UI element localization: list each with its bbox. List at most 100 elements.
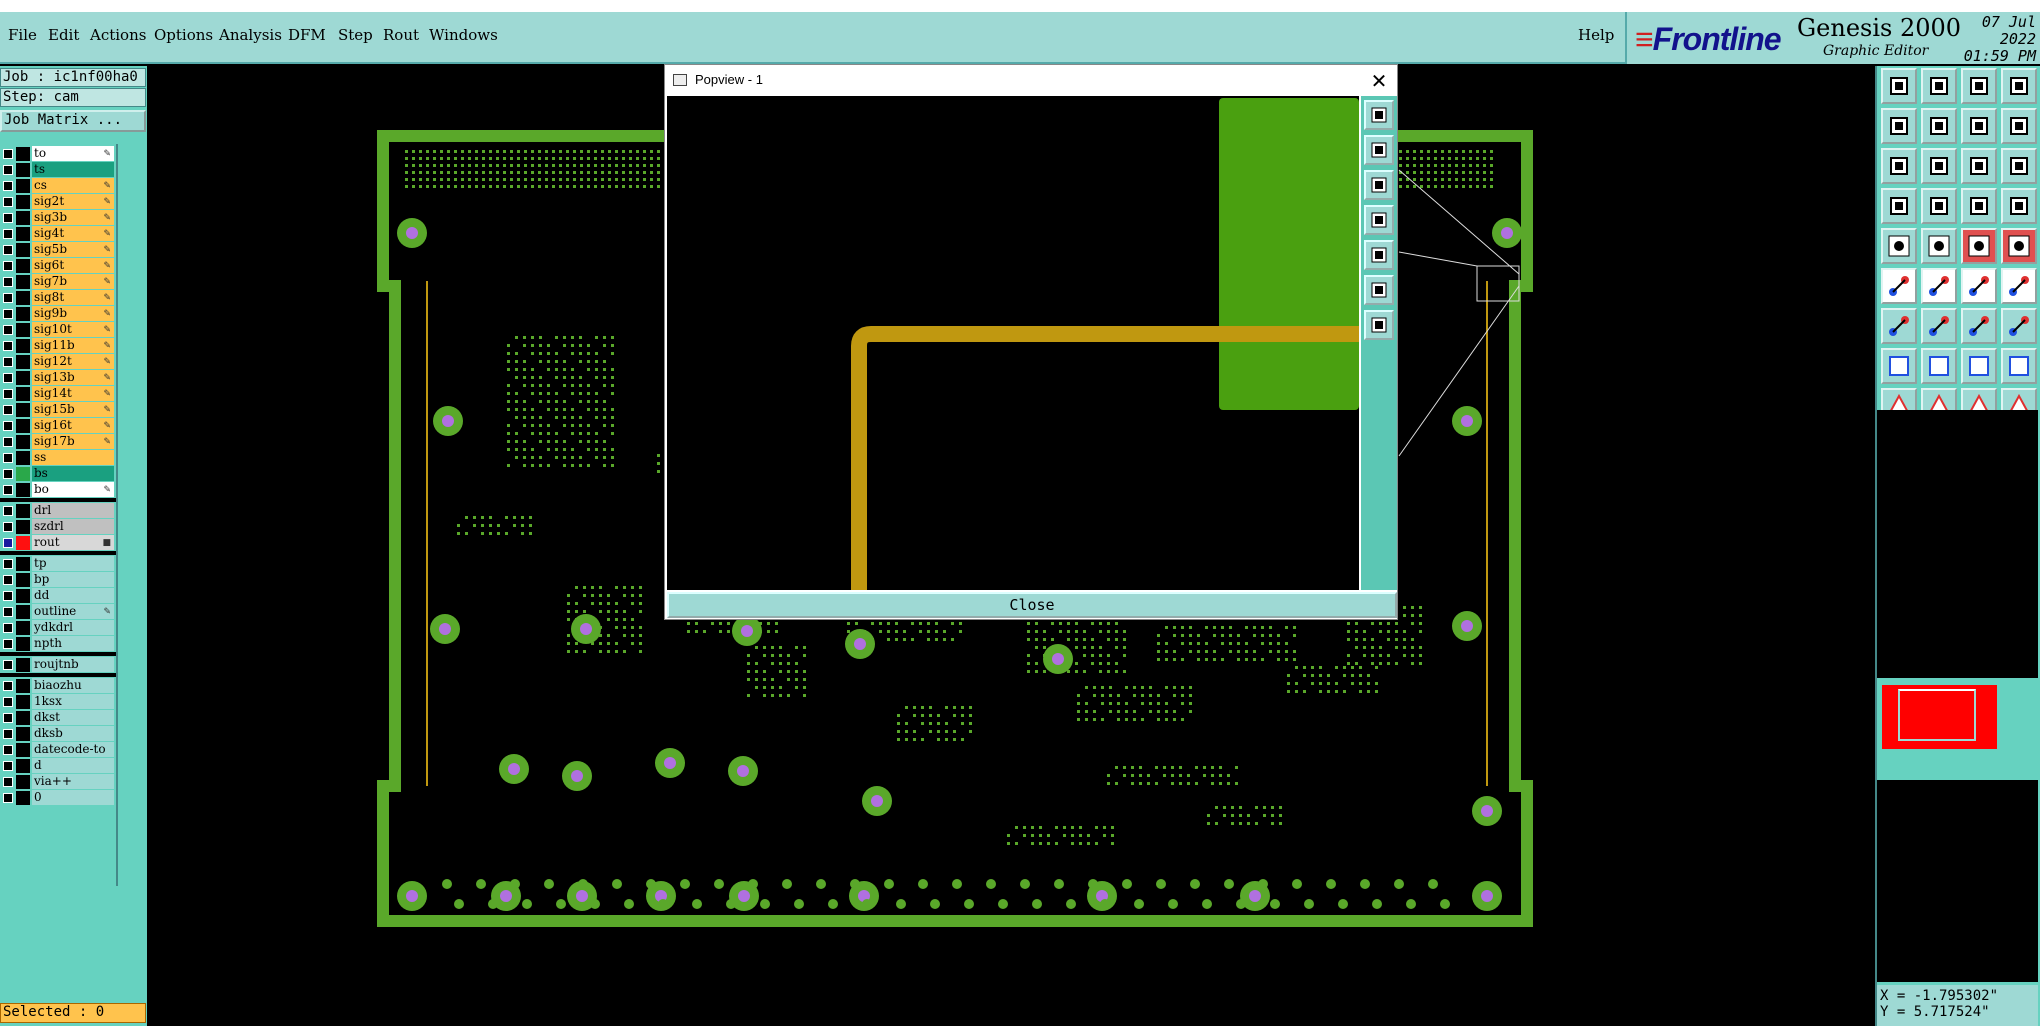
layer-checkbox[interactable] (3, 639, 13, 649)
layer-name[interactable]: outline ✎ (32, 604, 114, 619)
layer-row[interactable]: d (0, 758, 116, 773)
menu-rout[interactable]: Rout (383, 26, 419, 44)
menu-file[interactable]: File (8, 26, 37, 44)
layer-color-swatch[interactable] (16, 621, 30, 635)
layer-color-swatch[interactable] (16, 195, 30, 209)
layout-icon[interactable] (2001, 68, 2037, 104)
add-pad-icon[interactable] (1881, 228, 1917, 264)
layer-checkbox[interactable] (3, 293, 13, 303)
layer-name[interactable]: sig7b ✎ (32, 274, 114, 289)
key-icon[interactable] (1921, 188, 1957, 224)
layer-color-swatch[interactable] (16, 387, 30, 401)
layer-color-swatch[interactable] (16, 355, 30, 369)
layer-row[interactable]: sig15b ✎ (0, 402, 116, 417)
layer-row[interactable]: bs (0, 466, 116, 481)
layer-name[interactable]: sig17b ✎ (32, 434, 114, 449)
layer-checkbox[interactable] (3, 591, 13, 601)
layer-checkbox[interactable] (3, 522, 13, 532)
layer-color-swatch[interactable] (16, 227, 30, 241)
layer-checkbox[interactable] (3, 245, 13, 255)
layer-color-swatch[interactable] (16, 211, 30, 225)
pan-right-icon[interactable] (1364, 240, 1394, 270)
layer-checkbox[interactable] (3, 623, 13, 633)
menu-help[interactable]: Help (1578, 26, 1614, 44)
layer-row[interactable]: sig11b ✎ (0, 338, 116, 353)
layer-name[interactable]: bp (32, 572, 114, 587)
route2-icon[interactable] (2001, 188, 2037, 224)
pan-down-icon[interactable] (1364, 170, 1394, 200)
layer-row[interactable]: sig2t ✎ (0, 194, 116, 209)
layer-row[interactable]: 0 (0, 790, 116, 805)
layer-name[interactable]: sig16t ✎ (32, 418, 114, 433)
layer-color-swatch[interactable] (16, 259, 30, 273)
layer-row[interactable]: npth (0, 636, 116, 651)
layer-color-swatch[interactable] (16, 520, 30, 534)
house-icon[interactable] (1961, 68, 1997, 104)
cross-icon[interactable] (1921, 268, 1957, 304)
add-circle-icon[interactable] (2001, 228, 2037, 264)
layer-checkbox[interactable] (3, 485, 13, 495)
layer-name[interactable]: via++ (32, 774, 114, 789)
layer-name[interactable]: sig3b ✎ (32, 210, 114, 225)
layer-color-swatch[interactable] (16, 163, 30, 177)
group-icon[interactable] (2001, 348, 2037, 384)
layer-row[interactable]: cs ✎ (0, 178, 116, 193)
layer-name[interactable]: biaozhu (32, 678, 114, 693)
undo-icon[interactable] (1961, 108, 1997, 144)
angle-icon[interactable] (1881, 308, 1917, 344)
layer-row[interactable]: sig7b ✎ (0, 274, 116, 289)
layer-color-swatch[interactable] (16, 557, 30, 571)
layer-checkbox[interactable] (3, 793, 13, 803)
layer-color-swatch[interactable] (16, 419, 30, 433)
layer-name[interactable]: datecode-to (32, 742, 114, 757)
menu-step[interactable]: Step (338, 26, 373, 44)
layer-name[interactable]: sig6t ✎ (32, 258, 114, 273)
layer-color-swatch[interactable] (16, 589, 30, 603)
measure-icon[interactable] (1881, 348, 1917, 384)
layer-name[interactable]: roujtnb (32, 657, 114, 672)
layer-row[interactable]: sig17b ✎ (0, 434, 116, 449)
layer-checkbox[interactable] (3, 437, 13, 447)
layer-name[interactable]: cs ✎ (32, 178, 114, 193)
layer-color-swatch[interactable] (16, 791, 30, 805)
layer-color-swatch[interactable] (16, 504, 30, 518)
layer-checkbox[interactable] (3, 213, 13, 223)
layer-checkbox[interactable] (3, 697, 13, 707)
layer-row[interactable]: to ✎ (0, 146, 116, 161)
layer-checkbox[interactable] (3, 357, 13, 367)
layer-row[interactable]: sig12t ✎ (0, 354, 116, 369)
job-matrix-button[interactable]: Job Matrix ... (0, 110, 146, 132)
minus-icon[interactable] (1921, 348, 1957, 384)
layer-row[interactable]: sig14t ✎ (0, 386, 116, 401)
layer-color-swatch[interactable] (16, 727, 30, 741)
redo-icon[interactable] (2001, 108, 2037, 144)
layer-name[interactable]: d (32, 758, 114, 773)
layer-row[interactable]: bo ✎ (0, 482, 116, 497)
layer-color-swatch[interactable] (16, 711, 30, 725)
layer-color-swatch[interactable] (16, 743, 30, 757)
layer-name[interactable]: sig2t ✎ (32, 194, 114, 209)
layer-name[interactable]: sig11b ✎ (32, 338, 114, 353)
layer-checkbox[interactable] (3, 469, 13, 479)
layer-name[interactable]: bs (32, 466, 114, 481)
move-icon[interactable] (1881, 268, 1917, 304)
popview-titlebar[interactable]: Popview - 1 ✕ (665, 65, 1397, 95)
layer-name[interactable]: sig14t ✎ (32, 386, 114, 401)
layer-row[interactable]: sig13b ✎ (0, 370, 116, 385)
layer-checkbox[interactable] (3, 729, 13, 739)
layer-color-swatch[interactable] (16, 435, 30, 449)
layer-checkbox[interactable] (3, 277, 13, 287)
route-icon[interactable] (1961, 188, 1997, 224)
layer-row[interactable]: dksb (0, 726, 116, 741)
layer-name[interactable]: 1ksx (32, 694, 114, 709)
layer-color-swatch[interactable] (16, 605, 30, 619)
layer-color-swatch[interactable] (16, 695, 30, 709)
layer-name[interactable]: szdrl (32, 519, 114, 534)
resize-icon[interactable] (1961, 348, 1997, 384)
menu-options[interactable]: Options (154, 26, 213, 44)
layer-color-swatch[interactable] (16, 467, 30, 481)
layer-checkbox[interactable] (3, 341, 13, 351)
layer-row[interactable]: sig8t ✎ (0, 290, 116, 305)
layer-name[interactable]: sig5b ✎ (32, 242, 114, 257)
add-bar-icon[interactable] (1961, 228, 1997, 264)
